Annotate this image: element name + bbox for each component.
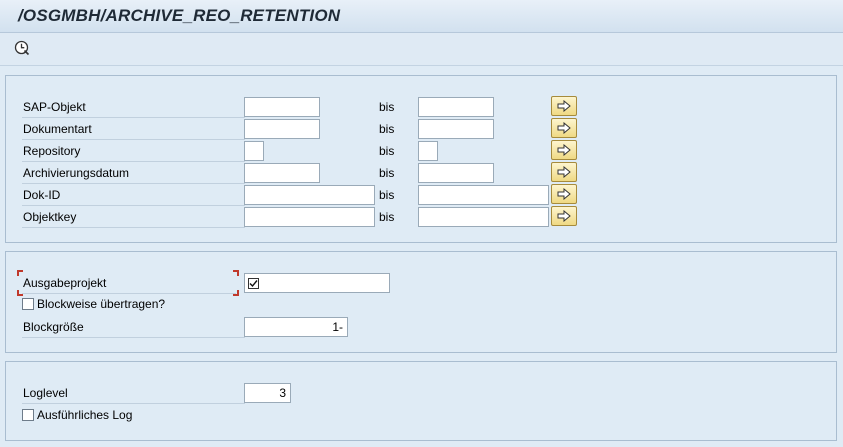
execute-button[interactable] <box>11 38 33 58</box>
sap-objekt-to-input[interactable] <box>418 97 494 117</box>
execute-clock-icon <box>14 40 30 56</box>
dok-id-to-input[interactable] <box>418 185 549 205</box>
label-dokumentart: Dokumentart <box>22 119 245 140</box>
output-frame: Ausgabeprojekt Blockweise übertragen? Bl… <box>5 251 837 353</box>
blockweise-checkbox-row[interactable]: Blockweise übertragen? <box>22 298 165 312</box>
sap-objekt-from-input[interactable] <box>244 97 320 117</box>
arrow-right-icon <box>557 188 571 200</box>
archivierungsdatum-from-input[interactable] <box>244 163 320 183</box>
dokumentart-to-input[interactable] <box>418 119 494 139</box>
label-bis: bis <box>379 144 395 158</box>
arrow-right-icon <box>557 166 571 178</box>
program-title: /OSGMBH/ARCHIVE_REO_RETENTION <box>18 6 341 25</box>
logging-frame: Loglevel 3 Ausführliches Log <box>5 361 837 441</box>
title-bar: /OSGMBH/ARCHIVE_REO_RETENTION <box>0 0 843 33</box>
label-objektkey: Objektkey <box>22 207 245 228</box>
loglevel-input[interactable]: 3 <box>244 383 291 403</box>
arrow-right-icon <box>557 210 571 222</box>
label-bis: bis <box>379 188 395 202</box>
label-bis: bis <box>379 210 395 224</box>
label-ausgabeprojekt: Ausgabeprojekt <box>22 273 236 294</box>
ausfuehrliches-log-checkbox[interactable] <box>22 409 34 421</box>
arrow-right-icon <box>557 100 571 112</box>
objektkey-to-input[interactable] <box>418 207 549 227</box>
application-toolbar <box>0 33 843 66</box>
objektkey-multiselect-button[interactable] <box>551 206 577 226</box>
ausfuehrliches-log-checkbox-row[interactable]: Ausführliches Log <box>22 409 132 423</box>
dokumentart-multiselect-button[interactable] <box>551 118 577 138</box>
dokumentart-from-input[interactable] <box>244 119 320 139</box>
repository-from-input[interactable] <box>244 141 264 161</box>
label-dok-id: Dok-ID <box>22 185 245 206</box>
blockgroesse-input[interactable]: 1- <box>244 317 348 337</box>
label-bis: bis <box>379 122 395 136</box>
repository-multiselect-button[interactable] <box>551 140 577 160</box>
blockweise-checkbox[interactable] <box>22 298 34 310</box>
label-archivierungsdatum: Archivierungsdatum <box>22 163 245 184</box>
selection-frame: SAP-Objekt bis Dokumentart bis Repositor… <box>5 75 837 243</box>
label-sap-objekt: SAP-Objekt <box>22 97 245 118</box>
label-blockweise: Blockweise übertragen? <box>37 297 166 311</box>
label-bis: bis <box>379 100 395 114</box>
label-blockgroesse: Blockgröße <box>22 317 245 338</box>
archivierungsdatum-multiselect-button[interactable] <box>551 162 577 182</box>
label-bis: bis <box>379 166 395 180</box>
arrow-right-icon <box>557 122 571 134</box>
sap-objekt-multiselect-button[interactable] <box>551 96 577 116</box>
arrow-right-icon <box>557 144 571 156</box>
repository-to-input[interactable] <box>418 141 438 161</box>
objektkey-from-input[interactable] <box>244 207 375 227</box>
ausgabeprojekt-input[interactable] <box>244 273 390 293</box>
dok-id-multiselect-button[interactable] <box>551 184 577 204</box>
dok-id-from-input[interactable] <box>244 185 375 205</box>
checkbox-checked-icon <box>248 278 259 289</box>
label-ausfuehrliches-log: Ausführliches Log <box>37 408 133 422</box>
label-repository: Repository <box>22 141 245 162</box>
label-loglevel: Loglevel <box>22 383 245 404</box>
archivierungsdatum-to-input[interactable] <box>418 163 494 183</box>
